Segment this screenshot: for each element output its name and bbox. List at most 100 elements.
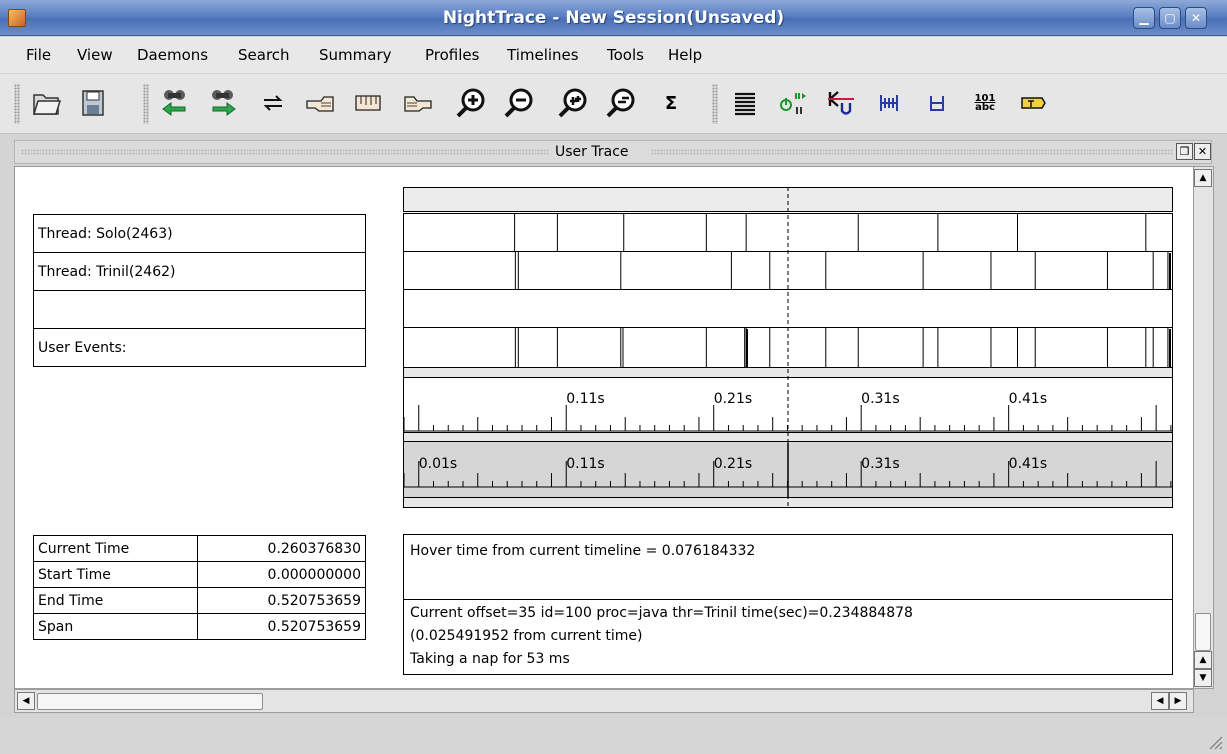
zoom-out-icon [504, 88, 533, 118]
hand-right-button[interactable] [400, 86, 434, 120]
list-button[interactable] [728, 86, 762, 120]
ruler-label: 0.01s [419, 456, 457, 472]
zoom-out-fast-icon [606, 88, 635, 118]
timeline-labels: Thread: Solo(2463) Thread: Trinil(2462) … [33, 214, 366, 367]
power-pause-button[interactable] [776, 86, 810, 120]
interval-button[interactable] [872, 86, 906, 120]
timeline-row-solo[interactable]: Thread: Solo(2463) [33, 214, 366, 253]
time-label: Current Time [32, 535, 199, 562]
maximize-icon: ▢ [1164, 11, 1176, 25]
timeline-row-empty[interactable] [33, 290, 366, 329]
minimize-icon: ▁ [1139, 11, 1149, 25]
menu-view[interactable]: View [77, 46, 113, 64]
sigma-icon: Σ [664, 92, 678, 114]
swap-button[interactable] [256, 86, 290, 120]
zoom-out-button[interactable] [502, 86, 536, 120]
dock-close-button[interactable]: ✕ [1194, 143, 1211, 160]
save-button[interactable] [76, 86, 110, 120]
scroll-down-button[interactable]: ▼ [1194, 669, 1212, 687]
zoom-in-fast-button[interactable] [556, 86, 590, 120]
user-trace-panel: Thread: Solo(2463) Thread: Trinil(2462) … [14, 166, 1194, 689]
search-forward-button[interactable] [206, 86, 240, 120]
scroll-left-button[interactable]: ◀ [1151, 692, 1169, 710]
ruler-label: 0.21s [714, 456, 752, 472]
toolbar-grip[interactable] [712, 84, 718, 124]
dock-header: User Trace ❐ ✕ [14, 140, 1212, 164]
event-detail-line: Taking a nap for 53 ms [410, 651, 570, 667]
row-label: Thread: Solo(2463) [33, 214, 366, 253]
horizontal-scroll-thumb[interactable] [37, 693, 263, 710]
zoom-out-fast-button[interactable] [604, 86, 638, 120]
zoom-in-fast-icon [558, 88, 587, 118]
timeline-row-user-events[interactable]: User Events: [33, 328, 366, 367]
close-icon: ✕ [1197, 145, 1208, 158]
search-back-icon [162, 90, 186, 116]
menu-profiles[interactable]: Profiles [425, 46, 479, 64]
hand-left-button[interactable] [304, 86, 338, 120]
power-pause-icon [780, 93, 806, 114]
close-icon: ✕ [1190, 11, 1202, 25]
hover-time-text: Hover time from current timeline = 0.076… [410, 543, 756, 559]
minimize-button[interactable]: ▁ [1133, 7, 1155, 29]
timeline-canvas[interactable]: 0.11s 0.21s 0.31s 0.41s 0.01s 0.11s 0.21s 0.31s… [403, 187, 1173, 509]
hand-left-icon [306, 96, 334, 112]
title-bar: NightTrace - New Session(Unsaved) ▁ ▢ ✕ [0, 0, 1227, 36]
time-label: Span [32, 613, 199, 640]
hand-grab-button[interactable] [352, 86, 386, 120]
kernel-user-icon [828, 91, 854, 115]
ruler-label: 0.41s [1009, 391, 1047, 407]
window-title: NightTrace - New Session(Unsaved) [442, 8, 785, 28]
time-value: 0.520753659 [197, 587, 366, 614]
time-table: Current Time 0.260376830 Start Time 0.0000… [32, 535, 366, 640]
tag-button[interactable] [1016, 86, 1050, 120]
time-value: 0.000000000 [197, 561, 366, 588]
table-row: Span 0.520753659 [32, 613, 366, 640]
summary-button[interactable]: Σ [654, 86, 688, 120]
ruler-label: 0.11s [566, 391, 604, 407]
toolbar-grip[interactable] [143, 84, 149, 124]
open-folder-icon [32, 94, 62, 115]
menu-timelines[interactable]: Timelines [507, 46, 579, 64]
vertical-scroll-thumb[interactable] [1195, 613, 1211, 651]
open-button[interactable] [30, 86, 64, 120]
ruler-label: 0.11s [566, 456, 604, 472]
toolbar: Σ 101 abc [0, 74, 1227, 134]
scroll-right-button[interactable]: ▶ [1169, 692, 1187, 710]
kernel-user-button[interactable] [824, 86, 858, 120]
menu-search[interactable]: Search [238, 46, 290, 64]
menu-summary[interactable]: Summary [319, 46, 392, 64]
time-value: 0.520753659 [197, 613, 366, 640]
menu-tools[interactable]: Tools [607, 46, 644, 64]
menu-daemons[interactable]: Daemons [137, 46, 208, 64]
tag-icon [1021, 97, 1046, 109]
arrow-up-icon: ▲ [1199, 173, 1207, 183]
ruler-label: 0.21s [714, 391, 752, 407]
hand-grab-icon [355, 95, 381, 111]
arrow-right-icon: ▶ [1174, 696, 1182, 706]
row-label: Thread: Trinil(2462) [33, 252, 366, 291]
menu-file[interactable]: File [26, 46, 51, 64]
list-icon [735, 92, 755, 116]
close-button[interactable]: ✕ [1185, 7, 1207, 29]
horizontal-scrollbar[interactable]: ◀ ◀ ▶ [14, 689, 1194, 713]
toolbar-grip[interactable] [14, 84, 20, 124]
vertical-scrollbar[interactable]: ▲ ▲ ▼ [1194, 166, 1214, 689]
menu-help[interactable]: Help [668, 46, 702, 64]
time-label: End Time [32, 587, 199, 614]
scroll-up-button[interactable]: ▲ [1194, 169, 1212, 187]
resize-grip-icon[interactable] [1207, 734, 1223, 750]
timeline-row-trinil[interactable]: Thread: Trinil(2462) [33, 252, 366, 291]
search-back-button[interactable] [158, 86, 192, 120]
binary-text-button[interactable]: 101 abc [968, 86, 1002, 120]
time-value: 0.260376830 [197, 535, 366, 562]
maximize-button[interactable]: ▢ [1159, 7, 1181, 29]
scroll-up-button[interactable]: ▲ [1194, 651, 1212, 669]
scroll-left-button[interactable]: ◀ [17, 692, 35, 710]
float-button[interactable]: ❐ [1176, 143, 1193, 160]
binary-text-icon: abc [975, 102, 995, 113]
interval-small-button[interactable] [920, 86, 954, 120]
info-divider [404, 599, 1172, 600]
zoom-in-icon [456, 88, 485, 118]
zoom-in-button[interactable] [454, 86, 488, 120]
table-row: Start Time 0.000000000 [32, 561, 366, 588]
